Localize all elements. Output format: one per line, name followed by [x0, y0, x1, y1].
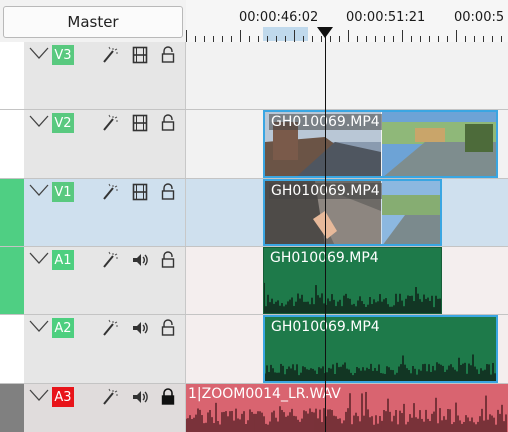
track-lane-v2[interactable]: GH010069.MP4: [186, 110, 508, 179]
track-header-a3[interactable]: A3: [24, 384, 186, 432]
track-a1: A1 GH010069.MP4: [0, 247, 508, 315]
track-lane-a2[interactable]: GH010069.MP4: [186, 315, 508, 384]
ruler-tick: [348, 30, 349, 42]
track-name-badge[interactable]: A2: [52, 318, 74, 338]
chevron-down-icon[interactable]: [28, 251, 50, 265]
track-lane-v1[interactable]: GH010069.MP4: [186, 179, 508, 247]
audio-clip-selected[interactable]: GH010069.MP4: [263, 315, 498, 383]
track-name-badge[interactable]: V2: [52, 113, 74, 133]
track-name-badge[interactable]: V3: [52, 45, 74, 65]
effects-wand-icon[interactable]: [100, 250, 120, 270]
ruler-tick: [456, 30, 457, 42]
track-gutter-active: [0, 247, 24, 315]
track-header-v3[interactable]: V3: [24, 42, 186, 110]
playhead-line[interactable]: [325, 29, 326, 432]
lock-icon[interactable]: [158, 45, 178, 65]
effects-wand-icon[interactable]: [100, 182, 120, 202]
clip-title: 1|ZOOM0014_LR.WAV: [188, 386, 341, 402]
timeline-ruler[interactable]: 00:00:46:02 00:00:51:21 00:00:5: [186, 0, 508, 43]
lock-icon-locked[interactable]: [158, 387, 178, 407]
ruler-timecode: 00:00:46:02: [239, 10, 319, 25]
track-gutter: [0, 110, 24, 179]
ruler-tick: [402, 30, 403, 42]
track-a2: A2 GH010069.MP4: [0, 315, 508, 384]
track-header-v1[interactable]: V1: [24, 179, 186, 247]
film-strip-icon[interactable]: [130, 45, 150, 65]
timeline-header-left: Master: [0, 0, 186, 43]
track-gutter: [0, 315, 24, 384]
lock-icon[interactable]: [158, 182, 178, 202]
chevron-down-icon[interactable]: [28, 183, 50, 197]
ruler-timecode: 00:00:51:21: [346, 10, 426, 25]
effects-wand-icon[interactable]: [100, 113, 120, 133]
ruler-tick: [294, 30, 295, 42]
effects-wand-icon[interactable]: [100, 387, 120, 407]
video-clip-selected[interactable]: GH010069.MP4: [263, 179, 442, 246]
chevron-down-icon[interactable]: [28, 46, 50, 60]
audio-clip[interactable]: GH010069.MP4: [263, 247, 442, 314]
track-v3: V3: [0, 42, 508, 110]
track-gutter: [0, 42, 24, 110]
chevron-down-icon[interactable]: [28, 319, 50, 333]
video-clip[interactable]: GH010069.MP4: [263, 110, 498, 178]
film-strip-icon[interactable]: [130, 182, 150, 202]
track-gutter-locked: [0, 384, 24, 432]
speaker-icon[interactable]: [130, 318, 150, 338]
audio-clip-locked[interactable]: 1|ZOOM0014_LR.WAV: [186, 384, 508, 432]
lock-icon[interactable]: [158, 250, 178, 270]
track-name-badge[interactable]: V1: [52, 182, 74, 202]
track-name-badge[interactable]: A3: [52, 387, 74, 407]
speaker-icon[interactable]: [130, 387, 150, 407]
track-v2: V2 GH010069.MP4: [0, 110, 508, 179]
track-header-a2[interactable]: A2: [24, 315, 186, 384]
chevron-down-icon[interactable]: [28, 388, 50, 402]
track-lane-a3[interactable]: 1|ZOOM0014_LR.WAV: [186, 384, 508, 432]
track-name-badge[interactable]: A1: [52, 250, 74, 270]
track-header-v2[interactable]: V2: [24, 110, 186, 179]
chevron-down-icon[interactable]: [28, 114, 50, 128]
speaker-icon[interactable]: [130, 250, 150, 270]
track-lane-v3[interactable]: [186, 42, 508, 110]
effects-wand-icon[interactable]: [100, 318, 120, 338]
ruler-tick: [240, 30, 241, 42]
track-a3: A3 1|ZOOM0014_LR.WAV: [0, 384, 508, 432]
track-lane-a1[interactable]: GH010069.MP4: [186, 247, 508, 315]
lock-icon[interactable]: [158, 318, 178, 338]
track-v1: V1 GH010069.MP4: [0, 179, 508, 247]
track-gutter-active: [0, 179, 24, 247]
ruler-timecode: 00:00:5: [454, 10, 505, 25]
lock-icon[interactable]: [158, 113, 178, 133]
ruler-tick: [186, 30, 187, 42]
track-header-a1[interactable]: A1: [24, 247, 186, 315]
effects-wand-icon[interactable]: [100, 45, 120, 65]
film-strip-icon[interactable]: [130, 113, 150, 133]
master-button[interactable]: Master: [3, 6, 183, 38]
